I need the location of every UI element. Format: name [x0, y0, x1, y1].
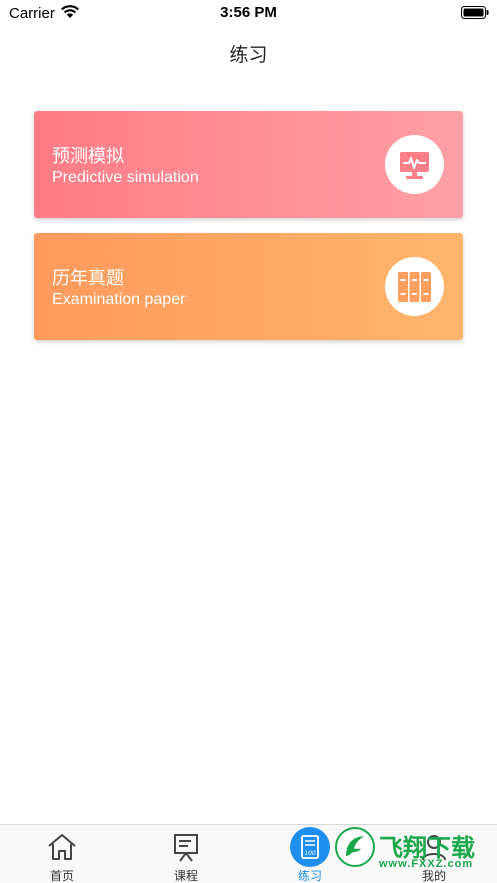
watermark-logo-icon [335, 827, 375, 867]
exam-paper-icon: 100 [301, 835, 319, 859]
card-title: 历年真题 [52, 268, 124, 289]
watermark-url: www.FXXZ.com [379, 858, 474, 870]
status-bar: Carrier 3:56 PM [0, 0, 497, 26]
examination-paper-card[interactable]: 历年真题 Examination paper [34, 233, 463, 340]
tab-label: 课程 [173, 869, 198, 883]
card-subtitle: Predictive simulation [52, 169, 199, 186]
home-icon [48, 834, 76, 860]
battery-icon [461, 6, 489, 19]
svg-text:100: 100 [304, 850, 316, 857]
books-icon [385, 257, 444, 316]
page-title: 练习 [229, 44, 268, 66]
card-title: 预测模拟 [52, 146, 124, 167]
tab-label: 首页 [49, 869, 74, 883]
monitor-pulse-icon [385, 135, 444, 194]
tab-course[interactable]: 课程 [124, 825, 248, 883]
clock: 3:56 PM [220, 4, 277, 21]
card-subtitle: Examination paper [52, 291, 186, 308]
watermark: 飞翔下载 www.FXXZ.com [333, 824, 497, 883]
predictive-simulation-card[interactable]: 预测模拟 Predictive simulation [34, 111, 463, 218]
presentation-board-icon [174, 834, 198, 862]
tab-home[interactable]: 首页 [0, 825, 124, 883]
